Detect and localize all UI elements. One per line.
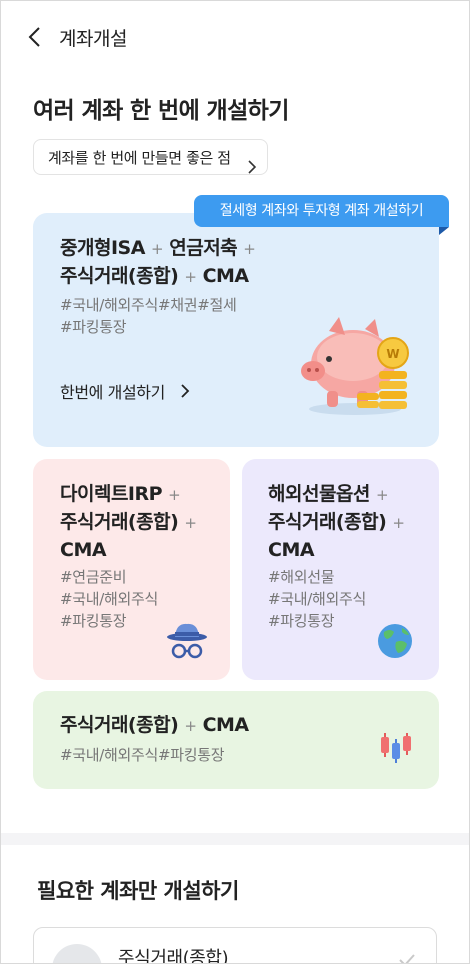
plus-sign: +	[184, 717, 197, 735]
plus-sign: +	[376, 486, 389, 504]
detective-hat-glasses-icon	[165, 621, 209, 665]
account-option-stock[interactable]: 주식거래(종합)	[33, 927, 437, 964]
irp-title: 다이렉트IRP + 주식거래(종합) + CMA	[60, 481, 197, 564]
plus-sign: +	[184, 514, 197, 532]
cta-label: 한번에 개설하기	[60, 383, 165, 402]
section-title-single: 필요한 계좌만 개설하기	[37, 879, 239, 903]
product-cma: CMA	[268, 539, 315, 561]
tag-line: #파킹통장	[268, 612, 335, 630]
tag-line: #연금준비	[60, 568, 127, 586]
product-stock: 주식거래(종합)	[60, 265, 179, 287]
checkmark-icon	[398, 952, 416, 963]
back-arrow-icon[interactable]	[25, 23, 49, 51]
bundle-tags: #국내/해외주식#채권#절세 #파킹통장	[60, 294, 237, 338]
bundle-ribbon: 절세형 계좌와 투자형 계좌 개설하기	[194, 195, 449, 227]
section-divider	[1, 833, 469, 845]
benefits-info-button[interactable]: 계좌를 한 번에 만들면 좋은 점	[33, 139, 268, 175]
product-irp: 다이렉트IRP	[60, 483, 163, 505]
account-option-label: 주식거래(종합)	[118, 948, 229, 964]
isa-pension-bundle-card[interactable]: 중개형ISA + 연금저축 + 주식거래(종합) + CMA #국내/해외주식#…	[33, 213, 439, 447]
svg-text:W: W	[386, 347, 399, 361]
tag-line: #파킹통장	[60, 612, 127, 630]
section-title-multi: 여러 계좌 한 번에 개설하기	[33, 98, 289, 124]
ribbon-fold	[439, 227, 449, 235]
tag-line: #국내/해외주식#채권#절세	[60, 296, 237, 314]
plus-sign: +	[184, 268, 197, 286]
top-bar: 계좌개설	[1, 17, 469, 57]
futures-title: 해외선물옵션 + 주식거래(종합) + CMA	[268, 481, 405, 564]
plus-sign: +	[151, 240, 164, 258]
product-stock: 주식거래(종합)	[60, 714, 179, 736]
stock-cma-bundle-card[interactable]: 주식거래(종합) + CMA #국내/해외주식#파킹통장	[33, 691, 439, 789]
product-cma: CMA	[202, 265, 250, 287]
plus-sign: +	[168, 486, 181, 504]
futures-tags: #해외선물 #국내/해외주식 #파킹통장	[268, 566, 366, 632]
open-all-cta[interactable]: 한번에 개설하기	[60, 379, 190, 403]
chevron-right-icon	[247, 151, 257, 187]
product-cma: CMA	[60, 539, 107, 561]
product-isa: 중개형ISA	[60, 237, 145, 259]
product-futures: 해외선물옵션	[268, 483, 370, 505]
account-avatar	[52, 944, 102, 963]
piggy-bank-coins-icon: W	[295, 309, 415, 423]
bundle-title: 중개형ISA + 연금저축 + 주식거래(종합) + CMA	[60, 235, 256, 291]
benefits-info-label: 계좌를 한 번에 만들면 좋은 점	[48, 149, 231, 167]
product-stock: 주식거래(종합)	[60, 511, 179, 533]
tag-line: #파킹통장	[60, 318, 127, 336]
page-title: 계좌개설	[59, 28, 127, 50]
futures-bundle-card[interactable]: 해외선물옵션 + 주식거래(종합) + CMA #해외선물 #국내/해외주식 #…	[242, 459, 439, 680]
tag-line: #해외선물	[268, 568, 335, 586]
cma-title: 주식거래(종합) + CMA	[60, 712, 249, 740]
plus-sign: +	[243, 240, 256, 258]
irp-bundle-card[interactable]: 다이렉트IRP + 주식거래(종합) + CMA #연금준비 #국내/해외주식 …	[33, 459, 230, 680]
plus-sign: +	[392, 514, 405, 532]
product-pension: 연금저축	[169, 237, 238, 259]
irp-tags: #연금준비 #국내/해외주식 #파킹통장	[60, 566, 158, 632]
screen: 계좌개설 여러 계좌 한 번에 개설하기 계좌를 한 번에 만들면 좋은 점 중…	[0, 0, 470, 964]
globe-icon	[376, 622, 414, 664]
product-stock: 주식거래(종합)	[268, 511, 387, 533]
tag-line: #국내/해외주식	[60, 590, 159, 608]
tag-line: #국내/해외주식	[268, 590, 367, 608]
cma-tags: #국내/해외주식#파킹통장	[60, 746, 225, 764]
product-cma: CMA	[202, 714, 250, 736]
chevron-right-icon	[180, 383, 190, 402]
candlestick-chart-icon	[379, 731, 413, 769]
